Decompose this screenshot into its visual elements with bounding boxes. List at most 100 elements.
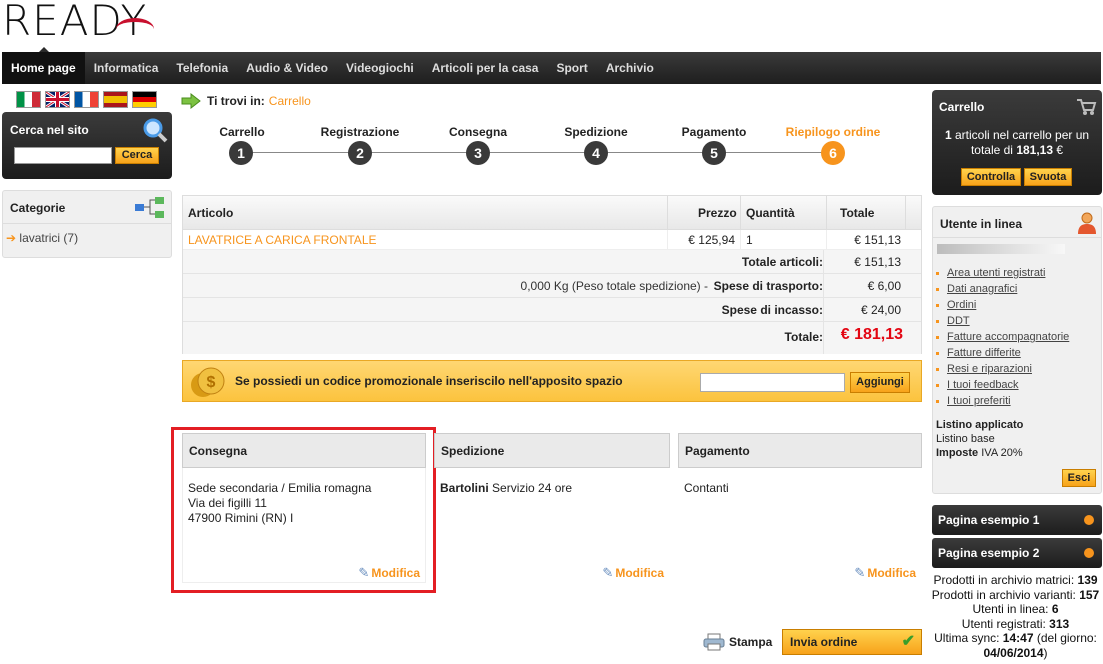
step-circle-1: 1 bbox=[229, 141, 253, 165]
imposte-value: IVA 20% bbox=[981, 447, 1023, 459]
empty-cart-button[interactable]: Svuota bbox=[1024, 168, 1072, 186]
spain-flag-icon[interactable] bbox=[103, 91, 128, 108]
shipping-weight: 0,000 Kg (Peso totale spedizione) - bbox=[520, 279, 708, 293]
step-label-1: Carrello bbox=[219, 125, 265, 139]
cart-header: Articolo Prezzo Quantità Totale bbox=[183, 196, 921, 230]
france-flag-icon[interactable] bbox=[74, 91, 99, 108]
nav-telefonia[interactable]: Telefonia bbox=[167, 52, 237, 84]
check-cart-button[interactable]: Controlla bbox=[961, 168, 1021, 186]
imposte-label: Imposte bbox=[936, 447, 979, 459]
categories-box: Categorie ➔ lavatrici (7) bbox=[2, 190, 172, 258]
category-tree-icon bbox=[135, 197, 164, 218]
row-total: € 151,13 bbox=[854, 233, 901, 247]
payment-method: Contanti bbox=[684, 481, 729, 495]
row-price: € 125,94 bbox=[688, 233, 735, 247]
user-icon bbox=[1078, 212, 1096, 234]
svg-text:$: $ bbox=[207, 374, 216, 391]
nav-audio-video[interactable]: Audio & Video bbox=[237, 52, 337, 84]
menu-resi[interactable]: Resi e riparazioni bbox=[936, 361, 1069, 377]
grand-total-label: Totale: bbox=[784, 330, 823, 344]
promo-text: Se possiedi un codice promozionale inser… bbox=[235, 374, 623, 388]
right-cart-count: 1 bbox=[944, 128, 952, 142]
table-row: LAVATRICE A CARICA FRONTALE € 125,94 1 €… bbox=[183, 230, 921, 250]
stat-value-online: 6 bbox=[1051, 602, 1059, 616]
step-circle-3: 3 bbox=[466, 141, 490, 165]
right-cart-summary: 1 articoli nel carrello per un totale di… bbox=[938, 128, 1096, 158]
product-link[interactable]: LAVATRICE A CARICA FRONTALE bbox=[188, 233, 377, 247]
check-icon: ✔ bbox=[901, 633, 915, 650]
orange-dot-icon bbox=[1084, 548, 1094, 558]
col-price: Prezzo bbox=[698, 206, 737, 220]
step-circle-2: 2 bbox=[348, 141, 372, 165]
edit-spedizione-label: Modifica bbox=[615, 566, 664, 580]
menu-area-utenti[interactable]: Area utenti registrati bbox=[936, 265, 1069, 281]
nav-informatica[interactable]: Informatica bbox=[85, 52, 168, 84]
search-title: Cerca nel sito bbox=[10, 123, 89, 137]
nav-videogiochi[interactable]: Videogiochi bbox=[337, 52, 423, 84]
shipping-value: € 6,00 bbox=[867, 279, 901, 293]
row-qty: 1 bbox=[746, 233, 753, 247]
right-cart-amount: 181,13 bbox=[1016, 143, 1054, 157]
menu-ddt[interactable]: DDT bbox=[936, 313, 1069, 329]
breadcrumb-current[interactable]: Carrello bbox=[269, 94, 311, 108]
page-example-1[interactable]: Pagina esempio 1 bbox=[932, 505, 1102, 535]
stat-value-registrati: 313 bbox=[1049, 616, 1070, 631]
menu-feedback[interactable]: I tuoi feedback bbox=[936, 377, 1069, 393]
orange-dot-icon bbox=[1084, 515, 1094, 525]
menu-ordini[interactable]: Ordini bbox=[936, 297, 1069, 313]
promo-add-button[interactable]: Aggiungi bbox=[850, 372, 910, 393]
search-box: Cerca nel sito Cerca bbox=[2, 112, 172, 179]
shipping-label: Spese di trasporto: bbox=[713, 279, 823, 293]
step-circle-5: 5 bbox=[702, 141, 726, 165]
menu-fatture-differite[interactable]: Fatture differite bbox=[936, 345, 1069, 361]
stat-label-varianti: Prodotti in archivio varianti: bbox=[931, 587, 1076, 602]
breadcrumb: Ti trovi in: Carrello bbox=[181, 93, 311, 109]
menu-preferiti[interactable]: I tuoi preferiti bbox=[936, 393, 1069, 409]
logo-arc bbox=[116, 18, 154, 40]
right-cart-currency: € bbox=[1056, 143, 1064, 157]
promo-code-input[interactable] bbox=[700, 373, 845, 392]
categories-title: Categorie bbox=[10, 201, 66, 215]
print-button[interactable]: Stampa bbox=[703, 633, 772, 651]
cart-icon bbox=[1077, 99, 1097, 115]
site-stats: Prodotti in archivio matrici: 139 Prodot… bbox=[928, 573, 1103, 660]
listino-title: Listino applicato bbox=[936, 419, 1024, 431]
logout-button[interactable]: Esci bbox=[1062, 469, 1096, 487]
edit-spedizione-button[interactable]: ✎ Modifica bbox=[602, 565, 664, 581]
right-cart-title: Carrello bbox=[939, 100, 985, 114]
stat-sync-date: 04/06/2014 bbox=[983, 645, 1044, 660]
page-example-2[interactable]: Pagina esempio 2 bbox=[932, 538, 1102, 568]
cod-value: € 24,00 bbox=[860, 303, 901, 317]
edit-icon: ✎ bbox=[854, 565, 866, 580]
user-box: Utente in linea Area utenti registrati D… bbox=[932, 206, 1102, 494]
nav-sport[interactable]: Sport bbox=[547, 52, 596, 84]
uk-flag-icon[interactable] bbox=[45, 90, 70, 109]
courier-service: Servizio 24 ore bbox=[492, 481, 573, 495]
user-title: Utente in linea bbox=[940, 217, 1023, 231]
col-article: Articolo bbox=[188, 206, 234, 220]
page-example-2-label: Pagina esempio 2 bbox=[938, 546, 1040, 560]
germany-flag-icon[interactable] bbox=[132, 91, 157, 108]
nav-home[interactable]: Home page bbox=[2, 52, 85, 84]
step-label-3: Consegna bbox=[448, 125, 507, 139]
edit-icon: ✎ bbox=[602, 565, 614, 580]
cart-table: Articolo Prezzo Quantità Totale LAVATRIC… bbox=[182, 195, 922, 354]
stat-value-matrici: 139 bbox=[1077, 573, 1098, 587]
send-order-button[interactable]: Invia ordine ✔ bbox=[782, 629, 922, 655]
step-label-5: Pagamento bbox=[681, 125, 747, 139]
search-input[interactable] bbox=[14, 147, 112, 164]
search-button[interactable]: Cerca bbox=[115, 147, 159, 164]
edit-pagamento-button[interactable]: ✎ Modifica bbox=[854, 565, 916, 581]
stat-value-sync: 14:47 bbox=[1002, 631, 1034, 645]
highlight-frame bbox=[171, 427, 436, 593]
menu-dati-anagrafici[interactable]: Dati anagrafici bbox=[936, 281, 1069, 297]
cod-label: Spese di incasso: bbox=[721, 303, 823, 317]
italy-flag-icon[interactable] bbox=[16, 91, 41, 108]
user-name-redacted bbox=[937, 244, 1065, 254]
category-item[interactable]: ➔ lavatrici (7) bbox=[6, 231, 78, 245]
menu-fatture-accompagnatorie[interactable]: Fatture accompagnatorie bbox=[936, 329, 1069, 345]
nav-articoli-casa[interactable]: Articoli per la casa bbox=[423, 52, 548, 84]
magnifier-icon bbox=[143, 118, 168, 143]
panel-spedizione-title: Spedizione bbox=[434, 433, 670, 468]
nav-archivio[interactable]: Archivio bbox=[597, 52, 663, 84]
